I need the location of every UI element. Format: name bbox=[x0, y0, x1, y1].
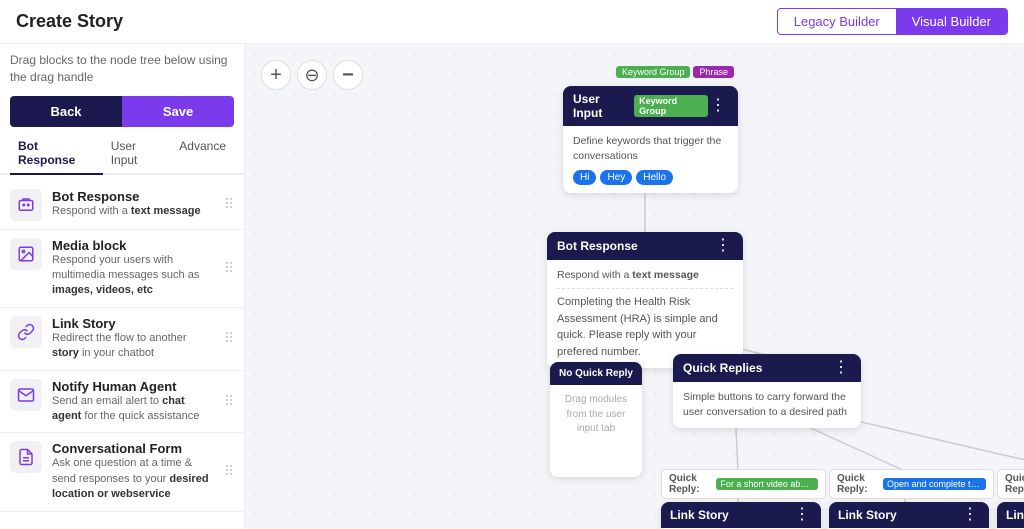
qr1-text: For a short video about the HRA bbox=[716, 478, 818, 490]
drag-handle-media[interactable]: ⠿ bbox=[224, 260, 234, 277]
sidebar: Drag blocks to the node tree below using… bbox=[0, 44, 245, 529]
drag-handle-notify[interactable]: ⠿ bbox=[224, 393, 234, 410]
back-button[interactable]: Back bbox=[10, 96, 122, 127]
user-input-body: Define keywords that trigger the convers… bbox=[563, 126, 738, 193]
notify-agent-title: Notify Human Agent bbox=[52, 379, 214, 394]
zoom-out-button[interactable]: − bbox=[333, 60, 363, 90]
no-quick-reply-body: Drag modules from the user input tab bbox=[550, 385, 642, 445]
canvas: + ⊖ − Keyword G bbox=[245, 44, 1024, 529]
sidebar-actions: Back Save bbox=[0, 90, 244, 133]
conv-form-title: Conversational Form bbox=[52, 441, 214, 456]
user-input-desc: Define keywords that trigger the convers… bbox=[573, 134, 728, 164]
sidebar-item-link-story-text: Link Story Redirect the flow to another … bbox=[52, 316, 214, 362]
qr-chip-2: Quick Reply: Open and complete the HRA f… bbox=[829, 469, 994, 499]
quick-replies-body: Simple buttons to carry forward the user… bbox=[673, 382, 861, 428]
tab-user-input[interactable]: User Input bbox=[103, 133, 172, 175]
phrase-badge: Phrase bbox=[693, 66, 734, 78]
bot-response-content: Completing the Health Risk Assessment (H… bbox=[557, 294, 733, 360]
sidebar-tabs: Bot Response User Input Advance bbox=[0, 133, 244, 175]
bot-response-icon bbox=[10, 189, 42, 221]
keyword-tags: Hi Hey Hello bbox=[573, 170, 728, 185]
notify-agent-desc: Send an email alert to chat agent for th… bbox=[52, 394, 214, 425]
link-story-node-2: Link Story ⋮ Redirect the flow to anothe… bbox=[829, 502, 989, 529]
sidebar-item-conv-form[interactable]: Conversational Form Ask one question at … bbox=[0, 433, 244, 511]
sidebar-item-link-story[interactable]: Link Story Redirect the flow to another … bbox=[0, 308, 244, 371]
link-story-desc: Redirect the flow to another story in yo… bbox=[52, 331, 214, 362]
no-quick-reply-desc: Drag modules from the user input tab bbox=[560, 393, 632, 437]
save-button[interactable]: Save bbox=[122, 96, 234, 127]
main-layout: Drag blocks to the node tree below using… bbox=[0, 44, 1024, 529]
bot-response-more-button[interactable]: ⋮ bbox=[713, 238, 733, 254]
sidebar-item-conv-form-text: Conversational Form Ask one question at … bbox=[52, 441, 214, 502]
quick-replies-header-label: Quick Replies bbox=[683, 361, 762, 375]
media-block-desc: Respond your users with multimedia messa… bbox=[52, 253, 214, 299]
builder-toggle: Legacy Builder Visual Builder bbox=[777, 8, 1008, 35]
bot-response-body: Respond with a text message Completing t… bbox=[547, 260, 743, 368]
tab-advance[interactable]: Advance bbox=[171, 133, 234, 175]
link-story-1-header: Link Story bbox=[670, 508, 729, 522]
visual-builder-button[interactable]: Visual Builder bbox=[896, 9, 1007, 34]
link-story-2-more-button[interactable]: ⋮ bbox=[960, 507, 980, 523]
sidebar-item-notify-text: Notify Human Agent Send an email alert t… bbox=[52, 379, 214, 425]
qr2-label: Quick Reply: bbox=[837, 473, 880, 495]
qr3-label: Quick Reply: bbox=[1005, 473, 1024, 495]
sidebar-item-media-block[interactable]: Media block Respond your users with mult… bbox=[0, 230, 244, 308]
link-story-2-header: Link Story bbox=[838, 508, 897, 522]
keyword-group-badge: Keyword Group bbox=[616, 66, 691, 78]
zoom-reset-button[interactable]: ⊖ bbox=[297, 60, 327, 90]
bot-response-header-label: Bot Response bbox=[557, 239, 638, 253]
sidebar-item-bot-response-text: Bot Response Respond with a text message bbox=[52, 189, 214, 219]
user-input-node: Keyword Group Phrase User Input Keyword … bbox=[563, 86, 738, 193]
qr-chip-3: Quick Reply: Contact Oriele for live ass… bbox=[997, 469, 1024, 499]
tab-bot-response[interactable]: Bot Response bbox=[10, 133, 103, 175]
notify-agent-icon bbox=[10, 379, 42, 411]
conv-form-icon bbox=[10, 441, 42, 473]
bot-response-desc: Respond with a text message bbox=[52, 204, 214, 219]
tag-hey: Hey bbox=[600, 170, 632, 185]
sidebar-item-media-text: Media block Respond your users with mult… bbox=[52, 238, 214, 299]
no-quick-reply-header: No Quick Reply bbox=[559, 368, 633, 379]
quick-replies-node: Quick Replies ⋮ Simple buttons to carry … bbox=[673, 354, 861, 428]
page-title: Create Story bbox=[16, 11, 123, 32]
link-story-node-1: Link Story ⋮ Redirect the flow to anothe… bbox=[661, 502, 821, 529]
sidebar-item-bot-response[interactable]: Bot Response Respond with a text message… bbox=[0, 181, 244, 230]
quick-replies-more-button[interactable]: ⋮ bbox=[831, 360, 851, 376]
quick-replies-desc: Simple buttons to carry forward the user… bbox=[683, 390, 851, 420]
qr-chip-1: Quick Reply: For a short video about the… bbox=[661, 469, 826, 499]
user-input-header-label: User Input bbox=[573, 92, 629, 120]
legacy-builder-button[interactable]: Legacy Builder bbox=[778, 9, 896, 34]
link-story-node-3: Link Story ⋮ Redirect the flow to anothe… bbox=[997, 502, 1024, 529]
media-block-icon bbox=[10, 238, 42, 270]
sidebar-items: Bot Response Respond with a text message… bbox=[0, 175, 244, 529]
sidebar-item-notify-agent[interactable]: Notify Human Agent Send an email alert t… bbox=[0, 371, 244, 434]
bot-response-body-text: Respond with a text message bbox=[557, 268, 733, 283]
user-input-kg-badge: Keyword Group bbox=[634, 95, 708, 117]
bot-response-node: Bot Response ⋮ Respond with a text messa… bbox=[547, 232, 743, 368]
header: Create Story Legacy Builder Visual Build… bbox=[0, 0, 1024, 44]
drag-handle-link-story[interactable]: ⠿ bbox=[224, 330, 234, 347]
qr1-label: Quick Reply: bbox=[669, 473, 713, 495]
conv-form-desc: Ask one question at a time & send respon… bbox=[52, 456, 214, 502]
tag-hello: Hello bbox=[636, 170, 673, 185]
drag-handle-conv-form[interactable]: ⠿ bbox=[224, 463, 234, 480]
qr2-text: Open and complete the HRA form bbox=[883, 478, 986, 490]
link-story-icon bbox=[10, 316, 42, 348]
sidebar-hint: Drag blocks to the node tree below using… bbox=[0, 44, 244, 90]
link-story-3-header: Link Story bbox=[1006, 508, 1024, 522]
no-quick-reply-node: No Quick Reply Drag modules from the use… bbox=[550, 362, 642, 477]
zoom-in-button[interactable]: + bbox=[261, 60, 291, 90]
link-story-1-more-button[interactable]: ⋮ bbox=[792, 507, 812, 523]
tag-hi: Hi bbox=[573, 170, 596, 185]
user-input-more-button[interactable]: ⋮ bbox=[708, 98, 728, 114]
drag-handle-bot-response[interactable]: ⠿ bbox=[224, 196, 234, 213]
bot-response-title: Bot Response bbox=[52, 189, 214, 204]
link-story-title: Link Story bbox=[52, 316, 214, 331]
canvas-controls: + ⊖ − bbox=[261, 60, 363, 90]
media-block-title: Media block bbox=[52, 238, 214, 253]
